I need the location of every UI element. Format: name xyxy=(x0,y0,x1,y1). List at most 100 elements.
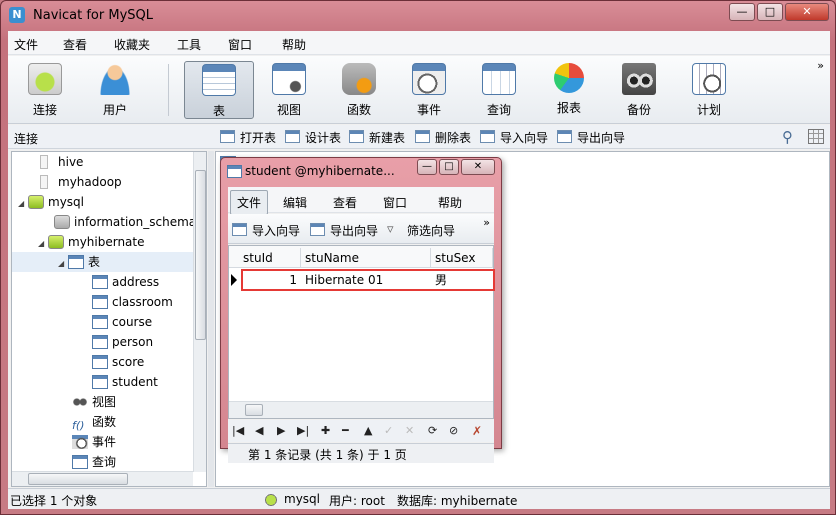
open-table-label: 打开表 xyxy=(240,131,277,145)
tree-item-label: person xyxy=(112,335,154,349)
next-record-icon[interactable]: ▶ xyxy=(277,424,285,437)
tree-item-label: 查询 xyxy=(92,455,117,469)
tree-scroll-thumb[interactable] xyxy=(195,170,206,340)
tree-item-address[interactable]: address xyxy=(92,272,159,292)
child-menu-help[interactable]: 帮助 xyxy=(438,194,462,211)
toolbar-schedule-button[interactable]: 计划 xyxy=(674,61,744,119)
event-icon xyxy=(412,63,446,95)
tree-horizontal-scrollbar[interactable] xyxy=(12,471,193,486)
child-menu-file[interactable]: 文件 xyxy=(230,190,269,215)
edit-record-icon[interactable]: ▲ xyxy=(364,424,372,437)
toolbar-function-button[interactable]: 函数 xyxy=(324,61,394,119)
toolbar-view-button[interactable]: 视图 xyxy=(254,61,324,119)
tree-item-events[interactable]: 事件 xyxy=(72,432,116,452)
toolbar-backup-label: 备份 xyxy=(626,103,651,117)
last-record-icon[interactable]: ▶| xyxy=(297,424,309,437)
tree-item-student[interactable]: student xyxy=(92,372,158,392)
toolbar-backup-button[interactable]: 备份 xyxy=(604,61,674,119)
tree-item-queries[interactable]: 查询 xyxy=(72,452,116,472)
tree-item-information-schema[interactable]: information_schema xyxy=(54,212,196,232)
tree-item-person[interactable]: person xyxy=(92,332,153,352)
tree-item-classroom[interactable]: classroom xyxy=(92,292,173,312)
grid-view-icon[interactable] xyxy=(808,129,824,144)
expand-arrow-icon[interactable]: ◢ xyxy=(38,234,48,254)
add-record-icon[interactable]: ✚ xyxy=(321,424,330,437)
tree-item-course[interactable]: course xyxy=(92,312,152,332)
child-close-button[interactable]: ✕ xyxy=(461,159,495,175)
search-icon[interactable]: ⚲ xyxy=(782,128,793,146)
table-icon xyxy=(92,375,108,389)
tree-item-functions[interactable]: f() 函数 xyxy=(72,412,116,432)
tools-icon[interactable]: ✗ xyxy=(472,424,482,438)
tree-item-score[interactable]: score xyxy=(92,352,144,372)
toolbar-report-button[interactable]: 报表 xyxy=(534,61,604,119)
minimize-button[interactable]: — xyxy=(729,3,755,21)
tree-vertical-scrollbar[interactable] xyxy=(193,152,206,472)
child-export-wizard-button[interactable]: 导出向导 xyxy=(310,222,378,238)
toolbar-more-icon[interactable]: » xyxy=(817,59,824,72)
child-menu-window[interactable]: 窗口 xyxy=(383,194,407,211)
import-wizard-button[interactable]: 导入向导 xyxy=(480,129,548,145)
column-header-stusex[interactable]: stuSex xyxy=(431,248,493,268)
grid-horizontal-scrollbar[interactable] xyxy=(229,401,493,418)
toolbar-event-button[interactable]: 事件 xyxy=(394,61,464,119)
grid-header-row: stuId stuName stuSex xyxy=(229,246,493,268)
design-table-button[interactable]: 设计表 xyxy=(285,129,341,145)
child-maximize-button[interactable]: □ xyxy=(439,159,459,175)
export-wizard-button[interactable]: 导出向导 xyxy=(557,129,625,145)
child-menu-edit[interactable]: 编辑 xyxy=(283,194,307,211)
tree-item-mysql[interactable]: ◢ mysql xyxy=(18,192,84,212)
tree-item-views[interactable]: 视图 xyxy=(72,392,116,412)
child-import-wizard-button[interactable]: 导入向导 xyxy=(232,222,300,238)
tree-item-myhibernate[interactable]: ◢ myhibernate xyxy=(38,232,145,252)
toolbar-query-button[interactable]: 查询 xyxy=(464,61,534,119)
database-icon xyxy=(40,155,48,169)
tree-item-label: myhadoop xyxy=(58,175,122,189)
child-menu-bar: 文件 编辑 查看 窗口 帮助 xyxy=(228,187,494,215)
data-grid[interactable]: stuId stuName stuSex 1 Hibernate 01 男 xyxy=(228,245,495,419)
stop-icon[interactable]: ⊘ xyxy=(449,424,458,437)
cancel-changes-icon[interactable]: ✕ xyxy=(405,424,414,437)
expand-arrow-icon[interactable]: ◢ xyxy=(18,194,28,214)
student-table-window[interactable]: student @myhibernate... — □ ✕ 文件 编辑 查看 窗… xyxy=(220,157,502,463)
expand-arrow-icon[interactable]: ◢ xyxy=(58,254,68,274)
import-wizard-icon xyxy=(480,130,495,143)
child-minimize-button[interactable]: — xyxy=(417,159,437,175)
pane-splitter[interactable] xyxy=(208,151,214,487)
table-icon xyxy=(227,165,242,178)
delete-table-button[interactable]: 删除表 xyxy=(415,129,471,145)
column-header-stuname[interactable]: stuName xyxy=(301,248,431,268)
child-menu-view[interactable]: 查看 xyxy=(333,194,357,211)
current-row-icon xyxy=(231,274,237,286)
menu-help[interactable]: 帮助 xyxy=(282,36,306,53)
toolbar-user-button[interactable]: 用户 xyxy=(80,61,150,119)
highlighted-row xyxy=(241,269,495,291)
new-table-button[interactable]: 新建表 xyxy=(349,129,405,145)
menu-view[interactable]: 查看 xyxy=(63,36,87,53)
open-table-button[interactable]: 打开表 xyxy=(220,129,276,145)
tree-item-hive[interactable]: hive xyxy=(38,152,83,172)
toolbar-table-button[interactable]: 表 xyxy=(184,61,254,119)
prev-record-icon[interactable]: ◀ xyxy=(255,424,263,437)
grid-hscroll-thumb[interactable] xyxy=(245,404,263,416)
column-header-stuid[interactable]: stuId xyxy=(239,248,301,268)
menu-window[interactable]: 窗口 xyxy=(228,36,252,53)
maximize-button[interactable]: □ xyxy=(757,3,783,21)
child-toolbar-more-icon[interactable]: » xyxy=(483,216,490,229)
refresh-icon[interactable]: ⟳ xyxy=(428,424,437,437)
tree-item-tables[interactable]: ◢ 表 xyxy=(12,252,193,272)
tree-item-myhadoop[interactable]: myhadoop xyxy=(38,172,122,192)
first-record-icon[interactable]: |◀ xyxy=(232,424,244,437)
close-button[interactable]: ✕ xyxy=(785,3,829,21)
toolbar-connection-button[interactable]: 连接 xyxy=(10,61,80,119)
filter-wizard-button[interactable]: ▿ 筛选向导 xyxy=(387,222,455,238)
menu-tools[interactable]: 工具 xyxy=(177,36,201,53)
table-icon xyxy=(92,335,108,349)
view-icon xyxy=(272,63,306,95)
new-table-icon xyxy=(349,130,364,143)
delete-record-icon[interactable]: ━ xyxy=(342,424,349,437)
apply-changes-icon[interactable]: ✓ xyxy=(384,424,393,437)
tree-hscroll-thumb[interactable] xyxy=(28,473,128,485)
menu-favorites[interactable]: 收藏夹 xyxy=(114,36,150,53)
menu-file[interactable]: 文件 xyxy=(14,36,38,53)
